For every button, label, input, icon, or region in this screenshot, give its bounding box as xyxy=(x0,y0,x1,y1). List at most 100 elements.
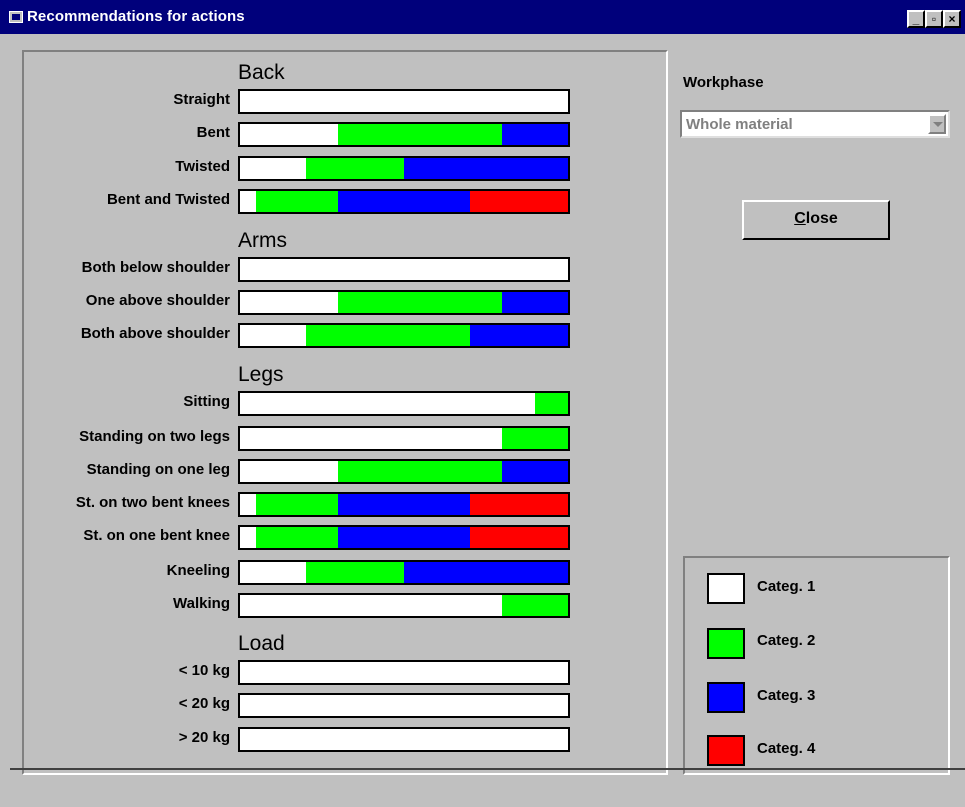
stacked-bar xyxy=(238,727,570,752)
row-label: Straight xyxy=(173,91,230,108)
row-label: < 20 kg xyxy=(178,695,230,712)
bar-segment-categ3 xyxy=(502,461,568,482)
bar-segment-categ1 xyxy=(240,191,257,212)
bar-segment-categ1 xyxy=(240,494,257,515)
minimize-button[interactable]: _ xyxy=(907,10,925,28)
bar-segment-categ1 xyxy=(240,595,503,616)
close-label-rest: lose xyxy=(805,210,838,227)
bar-segment-categ1 xyxy=(240,562,306,583)
stacked-bar xyxy=(238,122,570,147)
bar-segment-categ2 xyxy=(535,393,568,414)
status-separator xyxy=(10,768,965,770)
bar-segment-categ2 xyxy=(305,158,404,179)
stacked-bar xyxy=(238,426,570,451)
legend-label-categ1: Categ. 1 xyxy=(757,578,816,595)
bar-segment-categ1 xyxy=(240,259,568,280)
bar-segment-categ1 xyxy=(240,325,306,346)
bar-segment-categ1 xyxy=(240,91,568,112)
row-label: Walking xyxy=(173,595,230,612)
row-label: < 10 kg xyxy=(178,662,230,679)
bar-segment-categ2 xyxy=(338,124,503,145)
bar-segment-categ1 xyxy=(240,158,306,179)
row-label: St. on two bent knees xyxy=(75,494,230,511)
maximize-button[interactable]: ▫ xyxy=(925,10,943,28)
bar-segment-categ1 xyxy=(240,461,339,482)
dropdown-arrow-icon[interactable] xyxy=(928,114,946,134)
stacked-bar xyxy=(238,660,570,685)
bar-segment-categ2 xyxy=(305,562,404,583)
close-mnemonic: C xyxy=(794,210,806,227)
row-label: Sitting xyxy=(183,393,230,410)
section-load: Load xyxy=(238,632,285,655)
bar-segment-categ3 xyxy=(403,562,568,583)
bar-segment-categ2 xyxy=(305,325,470,346)
workphase-label: Workphase xyxy=(683,74,764,91)
bar-segment-categ2 xyxy=(256,191,339,212)
bar-segment-categ4 xyxy=(469,494,568,515)
stacked-bar xyxy=(238,459,570,484)
legend-swatch-categ4 xyxy=(707,735,745,766)
bar-segment-categ2 xyxy=(338,461,503,482)
workphase-select[interactable]: Whole material xyxy=(680,110,950,138)
bar-segment-categ3 xyxy=(469,325,568,346)
bar-segment-categ2 xyxy=(502,595,568,616)
bar-segment-categ3 xyxy=(338,527,470,548)
bar-segment-categ2 xyxy=(502,428,568,449)
section-legs: Legs xyxy=(238,363,284,386)
legend-label-categ2: Categ. 2 xyxy=(757,632,816,649)
bar-segment-categ3 xyxy=(338,494,470,515)
stacked-bar xyxy=(238,560,570,585)
row-label: Twisted xyxy=(175,158,230,175)
stacked-bar xyxy=(238,290,570,315)
row-label: Standing on two legs xyxy=(79,428,230,445)
row-label: Standing on one leg xyxy=(86,461,230,478)
stacked-bar xyxy=(238,593,570,618)
section-arms: Arms xyxy=(238,229,287,252)
legend-label-categ3: Categ. 3 xyxy=(757,687,816,704)
stacked-bar xyxy=(238,525,570,550)
stacked-bar xyxy=(238,189,570,214)
legend-swatch-categ2 xyxy=(707,628,745,659)
row-label: Bent xyxy=(196,124,230,141)
bar-segment-categ1 xyxy=(240,393,536,414)
row-label: Both below shoulder xyxy=(81,259,230,276)
workphase-value: Whole material xyxy=(686,116,793,133)
bar-segment-categ1 xyxy=(240,729,568,750)
bar-segment-categ2 xyxy=(256,494,339,515)
bar-segment-categ2 xyxy=(338,292,503,313)
row-label: > 20 kg xyxy=(178,729,230,746)
bar-segment-categ1 xyxy=(240,428,503,449)
bar-segment-categ1 xyxy=(240,292,339,313)
legend-swatch-categ3 xyxy=(707,682,745,713)
bar-segment-categ1 xyxy=(240,527,257,548)
legend-swatch-categ1 xyxy=(707,573,745,604)
bar-segment-categ4 xyxy=(469,191,568,212)
row-label: Bent and Twisted xyxy=(106,191,230,208)
legend-label-categ4: Categ. 4 xyxy=(757,740,816,757)
row-label: Both above shoulder xyxy=(80,325,230,342)
bar-segment-categ2 xyxy=(256,527,339,548)
bar-segment-categ3 xyxy=(502,292,568,313)
section-back: Back xyxy=(238,61,285,84)
row-label: St. on one bent knee xyxy=(83,527,230,544)
close-button[interactable]: Close xyxy=(742,200,890,240)
bar-segment-categ4 xyxy=(469,527,568,548)
bar-segment-categ1 xyxy=(240,662,568,683)
bar-segment-categ3 xyxy=(502,124,568,145)
window-icon[interactable] xyxy=(9,11,23,23)
bar-segment-categ3 xyxy=(403,158,568,179)
close-window-button[interactable]: × xyxy=(943,10,961,28)
title-bar: Recommendations for actions _ ▫ × xyxy=(0,0,965,34)
window-title: Recommendations for actions xyxy=(27,8,245,25)
bar-segment-categ3 xyxy=(338,191,470,212)
stacked-bar xyxy=(238,156,570,181)
stacked-bar xyxy=(238,693,570,718)
stacked-bar xyxy=(238,257,570,282)
row-label: One above shoulder xyxy=(85,292,230,309)
stacked-bar xyxy=(238,492,570,517)
bar-segment-categ1 xyxy=(240,695,568,716)
stacked-bar xyxy=(238,391,570,416)
stacked-bar xyxy=(238,89,570,114)
stacked-bar xyxy=(238,323,570,348)
row-label: Kneeling xyxy=(166,562,230,579)
